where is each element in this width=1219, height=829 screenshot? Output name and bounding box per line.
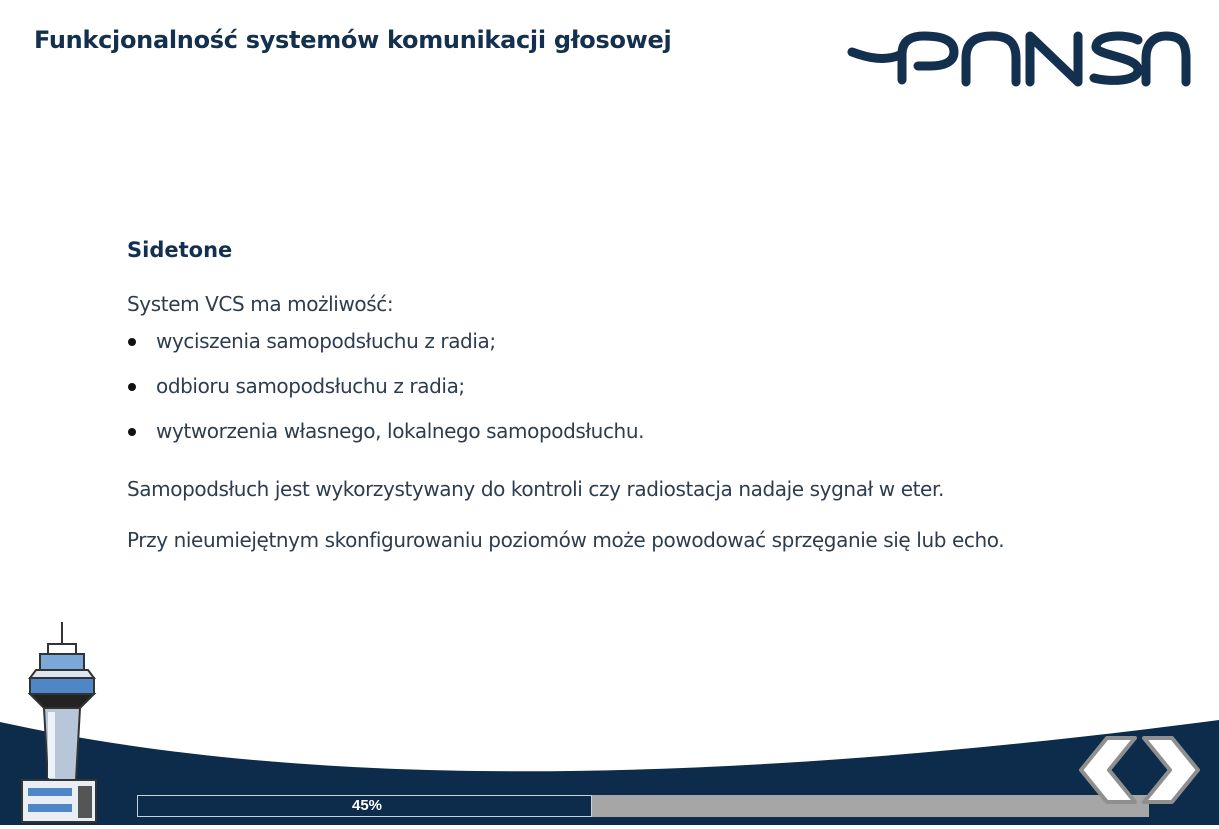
control-tower-icon [18,620,102,825]
content-area: Sidetone System VCS ma możliwość: wycisz… [127,238,1187,552]
previous-button[interactable] [1077,734,1139,806]
list-item-text: wytworzenia własnego, lokalnego samopods… [156,419,645,443]
list-item: wyciszenia samopodsłuchu z radia; [127,330,1187,353]
list-item-text: odbioru samopodsłuchu z radia; [156,374,465,398]
bullet-icon [128,428,136,436]
list-item: odbioru samopodsłuchu z radia; [127,375,1187,398]
intro-text: System VCS ma możliwość: [127,292,394,316]
paragraph: Samopodsłuch jest wykorzystywany do kont… [127,477,944,501]
section-heading: Sidetone [127,238,233,262]
list-item: wytworzenia własnego, lokalnego samopods… [127,420,1187,443]
bullet-icon [128,338,136,346]
bullet-icon [128,383,136,391]
chevron-left-icon [1079,736,1137,804]
bullet-list: wyciszenia samopodsłuchu z radia; odbior… [127,330,1187,443]
progress-bar: 45% [137,795,1149,817]
progress-label: 45% [351,797,383,814]
page-title: Funkcjonalność systemów komunikacji głos… [34,26,672,54]
paragraph: Przy nieumiejętnym skonfigurowaniu pozio… [127,528,1005,552]
chevron-right-icon [1142,736,1200,804]
next-button[interactable] [1140,734,1202,806]
pansa-logo [846,28,1192,92]
list-item-text: wyciszenia samopodsłuchu z radia; [156,329,496,353]
